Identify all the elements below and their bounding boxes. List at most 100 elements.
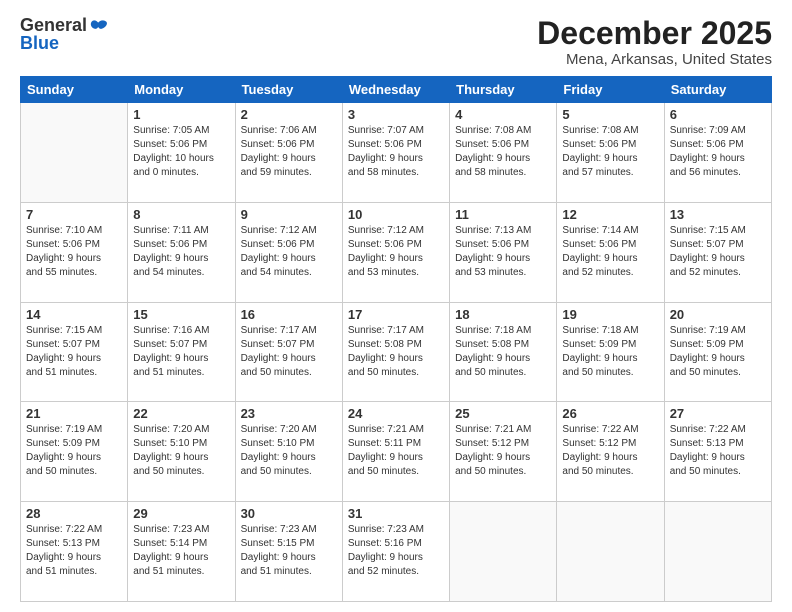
- day-number: 27: [670, 406, 766, 421]
- day-number: 19: [562, 307, 658, 322]
- day-info: Sunrise: 7:12 AMSunset: 5:06 PMDaylight:…: [348, 224, 444, 280]
- day-info: Sunrise: 7:19 AMSunset: 5:09 PMDaylight:…: [26, 423, 122, 479]
- day-info: Sunrise: 7:23 AMSunset: 5:15 PMDaylight:…: [241, 523, 337, 579]
- day-info: Sunrise: 7:15 AMSunset: 5:07 PMDaylight:…: [670, 224, 766, 280]
- day-info: Sunrise: 7:08 AMSunset: 5:06 PMDaylight:…: [455, 124, 551, 180]
- calendar-cell: 29 Sunrise: 7:23 AMSunset: 5:14 PMDayligh…: [128, 502, 235, 602]
- calendar-cell: 12 Sunrise: 7:14 AMSunset: 5:06 PMDayligh…: [557, 202, 664, 302]
- day-number: 21: [26, 406, 122, 421]
- week-row-0: 1 Sunrise: 7:05 AMSunset: 5:06 PMDaylight…: [21, 103, 772, 203]
- day-info: Sunrise: 7:20 AMSunset: 5:10 PMDaylight:…: [133, 423, 229, 479]
- day-number: 29: [133, 506, 229, 521]
- calendar-cell: 31Sunrise: 7:23 AMSunset: 5:16 PMDayligh…: [342, 502, 449, 602]
- calendar-cell: 19 Sunrise: 7:18 AMSunset: 5:09 PMDayligh…: [557, 302, 664, 402]
- day-number: 15: [133, 307, 229, 322]
- calendar-cell: 5 Sunrise: 7:08 AMSunset: 5:06 PMDaylight…: [557, 103, 664, 203]
- calendar-cell: 16 Sunrise: 7:17 AMSunset: 5:07 PMDayligh…: [235, 302, 342, 402]
- day-info: Sunrise: 7:21 AMSunset: 5:11 PMDaylight:…: [348, 423, 444, 479]
- day-info: Sunrise: 7:21 AMSunset: 5:12 PMDaylight:…: [455, 423, 551, 479]
- calendar-cell: [21, 103, 128, 203]
- day-info: Sunrise: 7:19 AMSunset: 5:09 PMDaylight:…: [670, 324, 766, 380]
- day-info: Sunrise: 7:22 AMSunset: 5:13 PMDaylight:…: [670, 423, 766, 479]
- weekday-header-friday: Friday: [557, 77, 664, 103]
- subtitle: Mena, Arkansas, United States: [537, 51, 772, 68]
- logo-bird-icon: [89, 16, 109, 36]
- calendar-cell: 20Sunrise: 7:19 AMSunset: 5:09 PMDayligh…: [664, 302, 771, 402]
- day-info: Sunrise: 7:15 AMSunset: 5:07 PMDaylight:…: [26, 324, 122, 380]
- day-number: 17: [348, 307, 444, 322]
- calendar-cell: 7 Sunrise: 7:10 AMSunset: 5:06 PMDaylight…: [21, 202, 128, 302]
- day-number: 11: [455, 207, 551, 222]
- calendar-cell: 10 Sunrise: 7:12 AMSunset: 5:06 PMDayligh…: [342, 202, 449, 302]
- weekday-header-wednesday: Wednesday: [342, 77, 449, 103]
- weekday-header-row: SundayMondayTuesdayWednesdayThursdayFrid…: [21, 77, 772, 103]
- day-info: Sunrise: 7:22 AMSunset: 5:12 PMDaylight:…: [562, 423, 658, 479]
- day-number: 7: [26, 207, 122, 222]
- day-number: 2: [241, 107, 337, 122]
- calendar-cell: 15 Sunrise: 7:16 AMSunset: 5:07 PMDayligh…: [128, 302, 235, 402]
- day-info: Sunrise: 7:13 AMSunset: 5:06 PMDaylight:…: [455, 224, 551, 280]
- calendar-table: SundayMondayTuesdayWednesdayThursdayFrid…: [20, 76, 772, 602]
- header: General Blue December 2025 Mena, Arkansa…: [20, 16, 772, 68]
- day-info: Sunrise: 7:10 AMSunset: 5:06 PMDaylight:…: [26, 224, 122, 280]
- day-number: 31: [348, 506, 444, 521]
- calendar-cell: [557, 502, 664, 602]
- calendar-cell: 17Sunrise: 7:17 AMSunset: 5:08 PMDayligh…: [342, 302, 449, 402]
- calendar-cell: 26Sunrise: 7:22 AMSunset: 5:12 PMDayligh…: [557, 402, 664, 502]
- weekday-header-tuesday: Tuesday: [235, 77, 342, 103]
- calendar-cell: 28Sunrise: 7:22 AMSunset: 5:13 PMDayligh…: [21, 502, 128, 602]
- calendar-cell: 18Sunrise: 7:18 AMSunset: 5:08 PMDayligh…: [450, 302, 557, 402]
- calendar-cell: 1 Sunrise: 7:05 AMSunset: 5:06 PMDaylight…: [128, 103, 235, 203]
- weekday-header-saturday: Saturday: [664, 77, 771, 103]
- day-number: 16: [241, 307, 337, 322]
- calendar-cell: 23Sunrise: 7:20 AMSunset: 5:10 PMDayligh…: [235, 402, 342, 502]
- calendar-cell: 9Sunrise: 7:12 AMSunset: 5:06 PMDaylight…: [235, 202, 342, 302]
- day-number: 25: [455, 406, 551, 421]
- calendar-cell: 30 Sunrise: 7:23 AMSunset: 5:15 PMDayligh…: [235, 502, 342, 602]
- day-info: Sunrise: 7:09 AMSunset: 5:06 PMDaylight:…: [670, 124, 766, 180]
- day-info: Sunrise: 7:06 AMSunset: 5:06 PMDaylight:…: [241, 124, 337, 180]
- day-number: 1: [133, 107, 229, 122]
- day-number: 4: [455, 107, 551, 122]
- weekday-header-sunday: Sunday: [21, 77, 128, 103]
- day-number: 6: [670, 107, 766, 122]
- weekday-header-monday: Monday: [128, 77, 235, 103]
- calendar-cell: 27 Sunrise: 7:22 AMSunset: 5:13 PMDayligh…: [664, 402, 771, 502]
- day-number: 24: [348, 406, 444, 421]
- calendar-cell: 25 Sunrise: 7:21 AMSunset: 5:12 PMDayligh…: [450, 402, 557, 502]
- logo: General Blue: [20, 16, 109, 54]
- day-number: 8: [133, 207, 229, 222]
- day-info: Sunrise: 7:22 AMSunset: 5:13 PMDaylight:…: [26, 523, 122, 579]
- day-number: 30: [241, 506, 337, 521]
- day-number: 10: [348, 207, 444, 222]
- calendar-cell: 24 Sunrise: 7:21 AMSunset: 5:11 PMDayligh…: [342, 402, 449, 502]
- day-info: Sunrise: 7:18 AMSunset: 5:08 PMDaylight:…: [455, 324, 551, 380]
- calendar-cell: 21 Sunrise: 7:19 AMSunset: 5:09 PMDayligh…: [21, 402, 128, 502]
- calendar-cell: [664, 502, 771, 602]
- day-info: Sunrise: 7:18 AMSunset: 5:09 PMDaylight:…: [562, 324, 658, 380]
- calendar-cell: [450, 502, 557, 602]
- day-number: 12: [562, 207, 658, 222]
- logo-blue-text: Blue: [20, 34, 109, 54]
- day-number: 22: [133, 406, 229, 421]
- calendar-cell: 14 Sunrise: 7:15 AMSunset: 5:07 PMDayligh…: [21, 302, 128, 402]
- day-number: 5: [562, 107, 658, 122]
- day-info: Sunrise: 7:23 AMSunset: 5:14 PMDaylight:…: [133, 523, 229, 579]
- day-info: Sunrise: 7:08 AMSunset: 5:06 PMDaylight:…: [562, 124, 658, 180]
- weekday-header-thursday: Thursday: [450, 77, 557, 103]
- week-row-4: 28Sunrise: 7:22 AMSunset: 5:13 PMDayligh…: [21, 502, 772, 602]
- day-info: Sunrise: 7:16 AMSunset: 5:07 PMDaylight:…: [133, 324, 229, 380]
- day-number: 3: [348, 107, 444, 122]
- day-info: Sunrise: 7:12 AMSunset: 5:06 PMDaylight:…: [241, 224, 337, 280]
- calendar-cell: 13Sunrise: 7:15 AMSunset: 5:07 PMDayligh…: [664, 202, 771, 302]
- calendar-cell: 3Sunrise: 7:07 AMSunset: 5:06 PMDaylight…: [342, 103, 449, 203]
- day-info: Sunrise: 7:05 AMSunset: 5:06 PMDaylight:…: [133, 124, 229, 180]
- calendar-cell: 2 Sunrise: 7:06 AMSunset: 5:06 PMDaylight…: [235, 103, 342, 203]
- day-info: Sunrise: 7:20 AMSunset: 5:10 PMDaylight:…: [241, 423, 337, 479]
- day-info: Sunrise: 7:14 AMSunset: 5:06 PMDaylight:…: [562, 224, 658, 280]
- day-number: 14: [26, 307, 122, 322]
- main-title: December 2025: [537, 16, 772, 51]
- week-row-1: 7 Sunrise: 7:10 AMSunset: 5:06 PMDaylight…: [21, 202, 772, 302]
- day-info: Sunrise: 7:17 AMSunset: 5:07 PMDaylight:…: [241, 324, 337, 380]
- calendar-cell: 6 Sunrise: 7:09 AMSunset: 5:06 PMDaylight…: [664, 103, 771, 203]
